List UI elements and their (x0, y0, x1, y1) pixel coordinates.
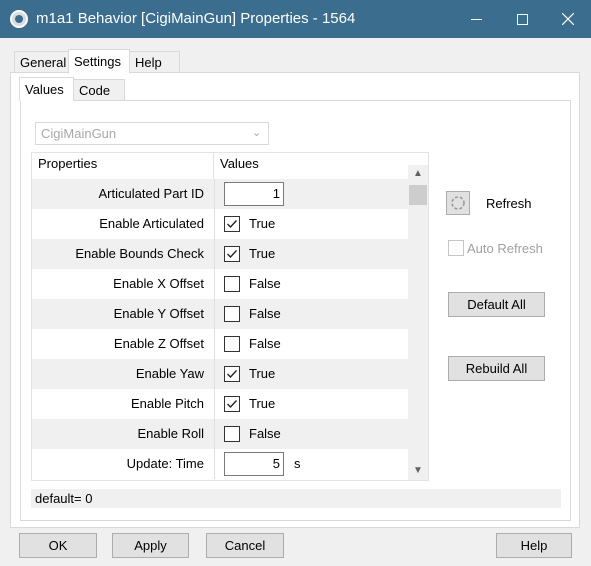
property-name: Enable Articulated (99, 216, 204, 231)
property-name: Enable Y Offset (113, 306, 204, 321)
checkmark-icon (227, 400, 238, 409)
refresh-icon (451, 196, 465, 210)
chevron-down-icon: ⌄ (252, 127, 262, 139)
grid-row-enable-x-offset[interactable]: Enable X Offset False (32, 269, 409, 299)
rebuild-all-button[interactable]: Rebuild All (448, 356, 545, 381)
checkmark-icon (227, 250, 238, 259)
property-name: Enable Z Offset (113, 336, 204, 351)
grid-row-enable-y-offset[interactable]: Enable Y Offset False (32, 299, 409, 329)
grid-row-articulated-part-id[interactable]: Articulated Part ID 1 (32, 179, 409, 209)
scroll-up-icon[interactable]: ▲ (408, 165, 428, 183)
property-description: default= 0 (31, 489, 561, 508)
checkmark-icon (227, 370, 238, 379)
property-name: Enable Pitch (131, 396, 204, 411)
bool-value: False (249, 336, 281, 351)
ok-button[interactable]: OK (19, 533, 97, 558)
enable-z-offset-checkbox[interactable] (224, 336, 240, 352)
tab-code-label: Code (79, 82, 111, 98)
tab-general[interactable]: General (14, 51, 69, 73)
scroll-thumb[interactable] (409, 185, 427, 205)
app-icon (10, 10, 28, 28)
refresh-label[interactable]: Refresh (486, 196, 532, 211)
enable-articulated-checkbox[interactable] (224, 216, 240, 232)
grid-row-enable-z-offset[interactable]: Enable Z Offset False (32, 329, 409, 359)
property-name: Enable X Offset (113, 276, 204, 291)
bool-value: False (249, 306, 281, 321)
tab-settings[interactable]: Settings (68, 49, 130, 74)
unit-label: s (294, 456, 301, 471)
property-name: Enable Bounds Check (75, 246, 204, 261)
property-name: Enable Roll (137, 426, 205, 441)
tab-values[interactable]: Values (19, 77, 74, 101)
enable-pitch-checkbox[interactable] (224, 396, 240, 412)
cancel-button[interactable]: Cancel (206, 533, 284, 558)
auto-refresh-label[interactable]: Auto Refresh (467, 241, 543, 256)
grid-row-enable-roll[interactable]: Enable Roll False (32, 419, 409, 449)
grid-row-enable-yaw[interactable]: Enable Yaw True (32, 359, 409, 389)
bool-value: True (249, 396, 276, 411)
grid-scrollbar[interactable] (408, 165, 428, 480)
minimize-icon (470, 18, 482, 20)
component-select[interactable]: CigiMainGun (35, 122, 269, 145)
property-name: Enable Yaw (135, 366, 204, 381)
minimize-button[interactable] (453, 0, 499, 38)
tab-settings-label: Settings (74, 54, 121, 69)
grid-row-enable-pitch[interactable]: Enable Pitch True (32, 389, 409, 419)
tab-help[interactable]: Help (129, 51, 180, 73)
auto-refresh-checkbox[interactable] (448, 240, 464, 256)
grid-row-enable-articulated[interactable]: Enable Articulated True (32, 209, 409, 239)
tab-code[interactable]: Code (73, 79, 125, 101)
maximize-button[interactable] (499, 0, 545, 38)
maximize-icon (516, 13, 528, 25)
enable-x-offset-checkbox[interactable] (224, 276, 240, 292)
property-grid[interactable]: Properties Values Articulated Part ID 1 … (31, 152, 429, 481)
grid-row-enable-bounds-check[interactable]: Enable Bounds Check True (32, 239, 409, 269)
enable-bounds-check-checkbox[interactable] (224, 246, 240, 262)
bool-value: False (249, 426, 281, 441)
bool-value: False (249, 276, 281, 291)
grid-row-update-time[interactable]: Update: Time 5 s (32, 449, 409, 479)
enable-y-offset-checkbox[interactable] (224, 306, 240, 322)
checkmark-icon (227, 220, 238, 229)
help-button[interactable]: Help (496, 533, 572, 558)
apply-button[interactable]: Apply (112, 533, 189, 558)
articulated-part-id-input[interactable]: 1 (224, 182, 284, 206)
window-title: m1a1 Behavior [CigiMainGun] Properties -… (36, 10, 356, 27)
close-button[interactable] (545, 0, 591, 38)
tab-values-label: Values (25, 81, 64, 97)
close-icon (562, 13, 574, 25)
bool-value: True (249, 366, 276, 381)
property-name: Articulated Part ID (98, 186, 205, 201)
column-header-properties: Properties (32, 153, 214, 179)
tab-general-label: General (20, 54, 67, 70)
title-bar[interactable]: m1a1 Behavior [CigiMainGun] Properties -… (0, 0, 591, 38)
column-header-values: Values (214, 153, 409, 179)
property-name: Update: Time (126, 456, 204, 471)
bool-value: True (249, 216, 276, 231)
tab-help-label: Help (135, 54, 162, 70)
update-time-input[interactable]: 5 (224, 452, 284, 476)
enable-roll-checkbox[interactable] (224, 426, 240, 442)
default-all-button[interactable]: Default All (448, 292, 545, 317)
enable-yaw-checkbox[interactable] (224, 366, 240, 382)
bool-value: True (249, 246, 276, 261)
refresh-button[interactable] (446, 191, 470, 215)
scroll-down-icon[interactable]: ▼ (408, 462, 428, 480)
